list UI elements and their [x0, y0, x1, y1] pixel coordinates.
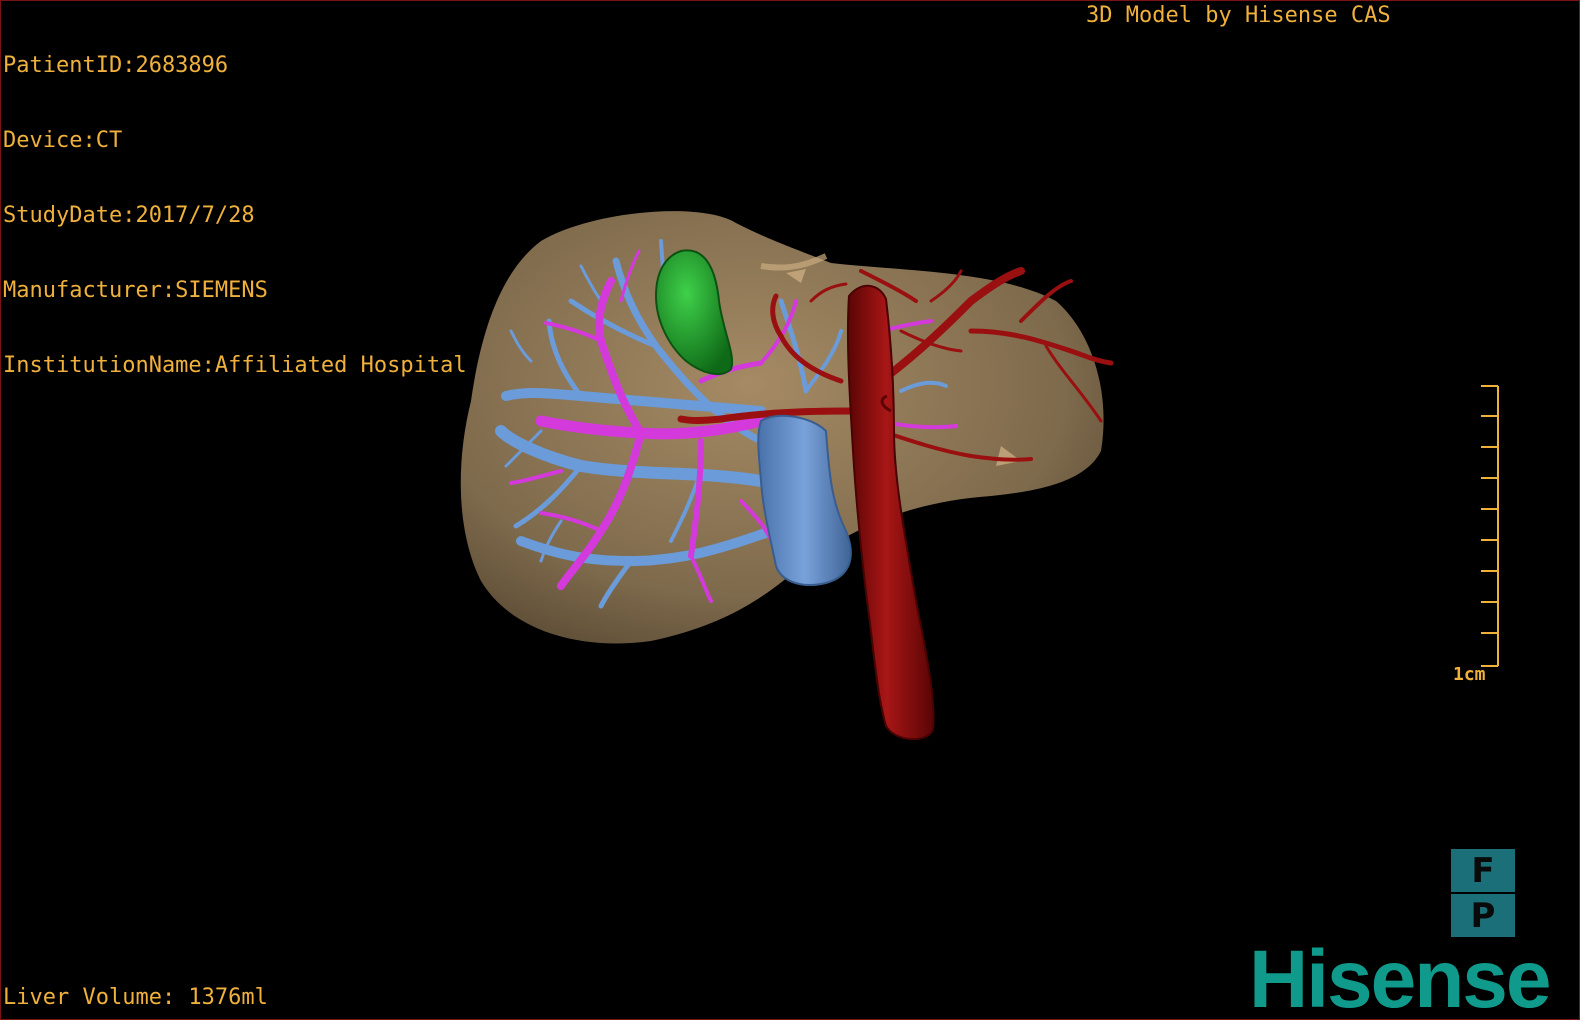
3d-viewport[interactable]: PatientID:2683896 Device:CT StudyDate:20… [0, 0, 1580, 1020]
liver-3d-model[interactable] [1, 1, 1579, 1019]
scale-bar-label: 1cm [1453, 664, 1486, 685]
hisense-logo: Hisense [1249, 934, 1552, 1020]
orientation-front-face[interactable]: F [1451, 849, 1515, 892]
liver-volume-text: Liver Volume: 1376ml [3, 985, 268, 1010]
orientation-posterior-face[interactable]: P [1451, 894, 1515, 937]
orientation-cube[interactable]: F P [1451, 849, 1515, 937]
scale-bar [1481, 385, 1499, 667]
